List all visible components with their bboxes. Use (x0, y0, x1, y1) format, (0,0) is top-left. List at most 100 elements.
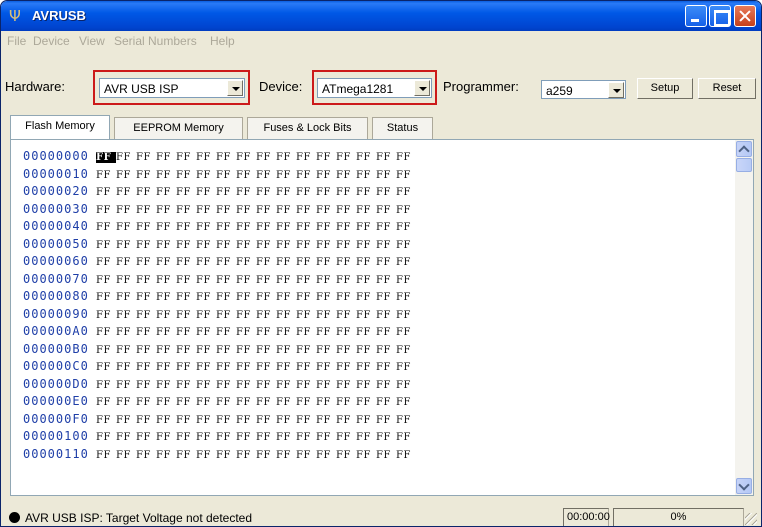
hex-byte[interactable]: FF (156, 170, 176, 181)
hex-byte[interactable]: FF (396, 327, 416, 338)
hex-byte[interactable]: FF (356, 380, 376, 391)
hex-byte[interactable]: FF (96, 310, 116, 321)
hex-byte[interactable]: FF (376, 222, 396, 233)
hex-byte[interactable]: FF (216, 205, 236, 216)
hex-byte[interactable]: FF (256, 257, 276, 268)
hex-byte[interactable]: FF (396, 275, 416, 286)
hex-byte[interactable]: FF (336, 257, 356, 268)
hex-byte[interactable]: FF (156, 275, 176, 286)
menu-help[interactable]: Help (210, 34, 235, 48)
hex-byte[interactable]: FF (156, 187, 176, 198)
hex-byte[interactable]: FF (136, 187, 156, 198)
hex-byte[interactable]: FF (116, 275, 136, 286)
device-select[interactable]: ATmega1281 (317, 78, 432, 98)
hex-byte[interactable]: FF (276, 240, 296, 251)
hex-byte[interactable]: FF (236, 257, 256, 268)
hex-byte[interactable]: FF (276, 415, 296, 426)
hex-byte[interactable]: FF (296, 292, 316, 303)
scrollbar-thumb[interactable] (736, 158, 752, 172)
hex-byte[interactable]: FF (256, 310, 276, 321)
hex-byte[interactable]: FF (176, 415, 196, 426)
hex-byte[interactable]: FF (96, 275, 116, 286)
hex-byte[interactable]: FF (256, 327, 276, 338)
hex-byte[interactable]: FF (116, 152, 136, 163)
hex-byte[interactable]: FF (136, 380, 156, 391)
hex-byte[interactable]: FF (96, 292, 116, 303)
hex-byte[interactable]: FF (336, 397, 356, 408)
hex-byte[interactable]: FF (196, 257, 216, 268)
hex-byte[interactable]: FF (116, 450, 136, 461)
hex-byte[interactable]: FF (296, 240, 316, 251)
hex-byte[interactable]: FF (256, 170, 276, 181)
hex-byte[interactable]: FF (196, 450, 216, 461)
hex-byte[interactable]: FF (356, 187, 376, 198)
hex-byte[interactable]: FF (216, 380, 236, 391)
hex-byte[interactable]: FF (216, 257, 236, 268)
hex-byte[interactable]: FF (156, 327, 176, 338)
hex-byte[interactable]: FF (176, 170, 196, 181)
hex-byte[interactable]: FF (256, 397, 276, 408)
hex-byte[interactable]: FF (296, 310, 316, 321)
hex-byte[interactable]: FF (316, 152, 336, 163)
hex-byte[interactable]: FF (96, 397, 116, 408)
hex-byte[interactable]: FF (196, 362, 216, 373)
hex-byte[interactable]: FF (116, 257, 136, 268)
hex-byte[interactable]: FF (116, 240, 136, 251)
hex-byte[interactable]: FF (176, 187, 196, 198)
hex-byte[interactable]: FF (276, 205, 296, 216)
hex-byte[interactable]: FF (256, 292, 276, 303)
hex-byte[interactable]: FF (116, 362, 136, 373)
hex-byte[interactable]: FF (376, 450, 396, 461)
hex-byte[interactable]: FF (156, 205, 176, 216)
hex-byte[interactable]: FF (96, 432, 116, 443)
hex-byte[interactable]: FF (276, 152, 296, 163)
hex-byte[interactable]: FF (96, 257, 116, 268)
hex-byte[interactable]: FF (236, 240, 256, 251)
hex-byte[interactable]: FF (176, 310, 196, 321)
hex-byte[interactable]: FF (116, 205, 136, 216)
hex-editor[interactable]: 00000000 FF FF FF FF FF FF FF FF FF FF FF FF FF FF FF F… (11, 140, 736, 495)
tab-eeprom-memory[interactable]: EEPROM Memory (114, 117, 243, 139)
hex-byte[interactable]: FF (156, 380, 176, 391)
hex-byte[interactable]: FF (176, 257, 196, 268)
hex-byte[interactable]: FF (276, 450, 296, 461)
hex-byte[interactable]: FF (196, 170, 216, 181)
hex-byte[interactable]: FF (376, 205, 396, 216)
hex-byte[interactable]: FF (396, 310, 416, 321)
hex-byte[interactable]: FF (316, 345, 336, 356)
hex-byte[interactable]: FF (196, 310, 216, 321)
hex-byte[interactable]: FF (116, 292, 136, 303)
hex-byte[interactable]: FF (296, 257, 316, 268)
hex-byte[interactable]: FF (176, 240, 196, 251)
hex-byte[interactable]: FF (196, 205, 216, 216)
hex-byte[interactable]: FF (356, 240, 376, 251)
hex-byte[interactable]: FF (136, 240, 156, 251)
hex-byte[interactable]: FF (356, 327, 376, 338)
hex-byte[interactable]: FF (216, 240, 236, 251)
hex-byte[interactable]: FF (236, 362, 256, 373)
hex-byte[interactable]: FF (136, 292, 156, 303)
hex-byte[interactable]: FF (316, 380, 336, 391)
hex-byte[interactable]: FF (176, 205, 196, 216)
hex-byte[interactable]: FF (216, 327, 236, 338)
hex-byte[interactable]: FF (216, 362, 236, 373)
hex-byte[interactable]: FF (396, 292, 416, 303)
hex-byte[interactable]: FF (256, 345, 276, 356)
hex-byte[interactable]: FF (116, 397, 136, 408)
hex-byte[interactable]: FF (396, 397, 416, 408)
minimize-button[interactable] (685, 5, 707, 27)
hex-byte[interactable]: FF (216, 152, 236, 163)
hex-byte[interactable]: FF (216, 170, 236, 181)
hex-byte[interactable]: FF (116, 327, 136, 338)
hex-byte[interactable]: FF (356, 397, 376, 408)
hex-byte[interactable]: FF (236, 310, 256, 321)
hex-byte[interactable]: FF (376, 240, 396, 251)
hex-byte[interactable]: FF (316, 257, 336, 268)
hex-byte[interactable]: FF (316, 222, 336, 233)
hex-byte[interactable]: FF (116, 432, 136, 443)
hex-byte[interactable]: FF (356, 450, 376, 461)
hex-byte[interactable]: FF (216, 415, 236, 426)
hex-byte[interactable]: FF (336, 240, 356, 251)
hex-byte[interactable]: FF (116, 345, 136, 356)
hex-byte[interactable]: FF (296, 222, 316, 233)
